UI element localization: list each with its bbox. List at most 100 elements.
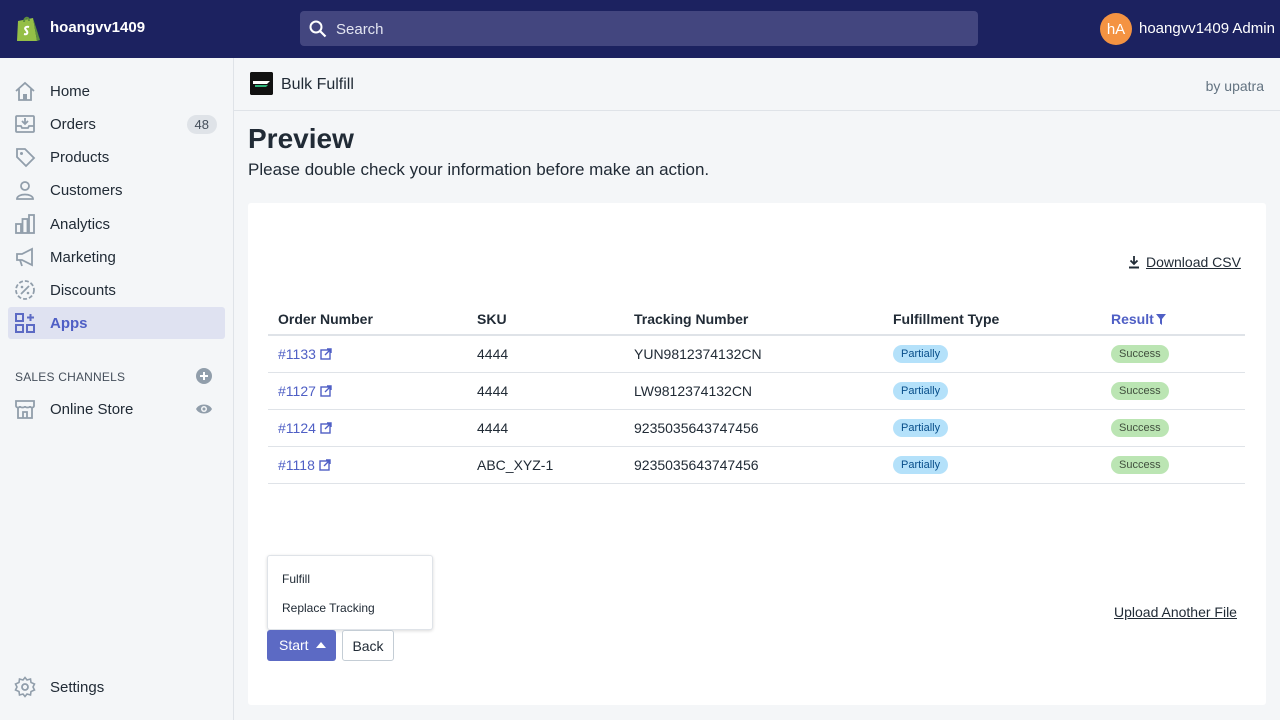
table-row: #1124 4444 9235035643747456 Partially Su… [268, 409, 1245, 447]
sidebar-item-label: Customers [50, 182, 123, 199]
app-title: Bulk Fulfill [281, 76, 354, 93]
filter-icon[interactable] [1155, 313, 1166, 325]
sku-cell: 4444 [467, 335, 624, 373]
person-icon [16, 181, 34, 200]
orders-count-badge: 48 [186, 115, 217, 134]
order-number: #1133 [278, 345, 316, 362]
preview-table: Order Number SKU Tracking Number Fulfill… [268, 303, 1245, 484]
store-icon [15, 400, 35, 419]
bar-chart-icon [15, 214, 35, 234]
sidebar-item-label: Discounts [50, 282, 116, 299]
table-row: #1127 4444 LW9812374132CN Partially Succ… [268, 372, 1245, 410]
discount-icon [15, 280, 35, 300]
order-link[interactable]: #1118 [278, 457, 331, 473]
user-name[interactable]: hoangvv1409 Admin [1139, 20, 1275, 37]
sidebar-item-settings[interactable]: Settings [8, 671, 225, 703]
sidebar-item-apps[interactable]: Apps [8, 307, 225, 339]
tracking-cell: LW9812374132CN [624, 372, 883, 410]
apps-icon [15, 313, 35, 333]
sidebar-item-analytics[interactable]: Analytics [8, 208, 225, 240]
upload-another-file-link[interactable]: Upload Another File [1114, 604, 1237, 620]
tracking-cell: YUN9812374132CN [624, 335, 883, 373]
column-header-order-number: Order Number [268, 303, 467, 336]
action-dropdown-menu: Fulfill Replace Tracking [267, 555, 433, 630]
add-channel-icon[interactable] [195, 367, 213, 385]
order-link[interactable]: #1127 [278, 383, 332, 399]
tag-icon [16, 148, 36, 168]
search-icon [309, 20, 327, 38]
sidebar-item-label: Home [50, 83, 91, 100]
menu-item-fulfill[interactable]: Fulfill [282, 572, 310, 586]
tracking-cell: 9235035643747456 [624, 446, 883, 484]
eye-icon[interactable] [195, 402, 213, 416]
sidebar-item-orders[interactable]: Orders 48 [8, 108, 225, 140]
sidebar-item-label: Analytics [50, 216, 111, 233]
fulfillment-type-badge: Partially [893, 456, 949, 474]
home-icon [15, 81, 35, 101]
sku-cell: 4444 [467, 409, 624, 447]
megaphone-icon [16, 247, 33, 267]
column-header-fulfillment-type: Fulfillment Type [883, 303, 1101, 336]
app-header: Bulk Fulfill by upatra [234, 58, 1280, 111]
shopify-logo-icon[interactable] [14, 14, 40, 44]
sidebar-item-discounts[interactable]: Discounts [8, 274, 225, 306]
external-link-icon [320, 348, 332, 360]
sku-cell: ABC_XYZ-1 [467, 446, 624, 484]
download-csv-label: Download CSV [1146, 254, 1241, 270]
order-number: #1118 [278, 456, 315, 473]
sales-channels-title: SALES CHANNELS [15, 370, 126, 384]
order-number: #1127 [278, 382, 316, 399]
avatar[interactable]: hA [1100, 13, 1132, 45]
result-header-label: Result [1111, 310, 1154, 327]
download-icon [1129, 256, 1139, 269]
result-badge: Success [1111, 345, 1169, 364]
top-bar: hoangvv1409 Search hA hoangvv1409 Admin [0, 0, 1280, 58]
search-bar[interactable]: Search [300, 11, 978, 46]
sidebar-item-customers[interactable]: Customers [8, 174, 225, 206]
tracking-cell: 9235035643747456 [624, 409, 883, 447]
sidebar-item-label: Products [50, 149, 110, 166]
result-badge: Success [1111, 419, 1169, 437]
sidebar-item-label: Apps [50, 315, 88, 332]
table-header-row: Order Number SKU Tracking Number Fulfill… [268, 303, 1245, 336]
sidebar-item-products[interactable]: Products [8, 141, 225, 173]
sidebar-item-label: Marketing [50, 249, 116, 266]
sku-cell: 4444 [467, 372, 624, 410]
menu-item-replace-tracking[interactable]: Replace Tracking [282, 601, 375, 615]
sidebar-item-home[interactable]: Home [8, 75, 225, 107]
caret-up-icon [316, 642, 326, 648]
fulfillment-type-badge: Partially [893, 419, 949, 437]
sidebar: Home Orders 48 Products Customers Analyt… [0, 58, 234, 720]
app-developer: by upatra [1205, 78, 1264, 94]
column-header-sku: SKU [467, 303, 624, 336]
order-link[interactable]: #1133 [278, 346, 332, 362]
preview-card: Download CSV Order Number SKU Tracking N… [248, 203, 1266, 705]
result-badge: Success [1111, 382, 1169, 400]
external-link-icon [320, 384, 332, 397]
search-placeholder: Search [336, 21, 384, 38]
back-button[interactable]: Back [342, 630, 394, 661]
orders-icon [15, 115, 35, 133]
gear-icon [14, 676, 36, 698]
column-header-result[interactable]: Result [1101, 303, 1245, 336]
bulk-fulfill-logo-icon [250, 72, 273, 95]
sidebar-item-label: Settings [50, 679, 105, 696]
start-button-label: Start [279, 637, 309, 653]
start-button[interactable]: Start [267, 630, 336, 661]
table-row: #1118 ABC_XYZ-1 9235035643747456 Partial… [268, 446, 1245, 484]
external-link-icon [320, 421, 332, 434]
table-row: #1133 4444 YUN9812374132CN Partially Suc… [268, 335, 1245, 373]
order-link[interactable]: #1124 [278, 420, 332, 436]
external-link-icon [319, 458, 331, 471]
sidebar-item-label: Online Store [50, 401, 134, 418]
column-header-tracking-number: Tracking Number [624, 303, 883, 336]
result-badge: Success [1111, 456, 1169, 474]
sidebar-item-label: Orders [50, 116, 96, 133]
order-number: #1124 [278, 419, 316, 436]
fulfillment-type-badge: Partially [893, 345, 949, 364]
fulfillment-type-badge: Partially [893, 382, 949, 400]
page-subtitle: Please double check your information bef… [248, 160, 710, 179]
store-name[interactable]: hoangvv1409 [50, 19, 145, 36]
sidebar-item-online-store[interactable]: Online Store [8, 393, 225, 425]
sidebar-item-marketing[interactable]: Marketing [8, 241, 225, 273]
